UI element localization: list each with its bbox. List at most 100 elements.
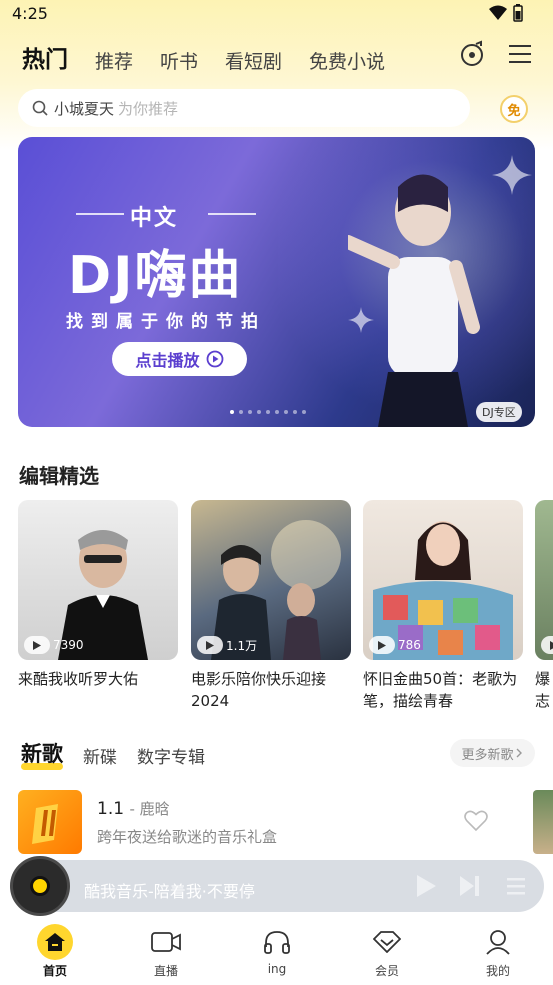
top-tabs: 热门 推荐 听书 看短剧 免费小说: [22, 40, 412, 76]
music-recognize-icon[interactable]: [458, 40, 486, 68]
playlist-title: 电影乐陪你快乐迎接2024: [191, 670, 327, 710]
nav-mine[interactable]: 我的: [458, 918, 538, 979]
playlist-title: 爆志: [535, 670, 551, 710]
playlist-card[interactable]: 爆志: [535, 500, 553, 712]
play-icon: [197, 636, 223, 654]
search-keyword: 小城夏天: [54, 99, 115, 118]
playlist-cover: 786: [363, 500, 523, 660]
playlist-cover: [535, 500, 553, 660]
playlist-cover: 1.1万: [191, 500, 351, 660]
banner-play-label: 点击播放: [135, 351, 200, 370]
dj-performer-image: [348, 174, 480, 427]
player-disc[interactable]: [10, 856, 70, 916]
nav-ing[interactable]: ing: [237, 918, 317, 976]
battery-icon: [513, 4, 523, 22]
play-count: 786: [369, 636, 421, 654]
menu-icon[interactable]: [506, 40, 534, 68]
playlist-title: 怀旧金曲50首：老歌为笔，描绘青春: [363, 670, 518, 710]
play-count-value: 786: [398, 638, 421, 652]
headphones-icon: [259, 924, 295, 960]
banner-subtitle: 中文: [130, 206, 179, 231]
banner-pagination: [230, 410, 306, 414]
playlist-card[interactable]: 786 怀旧金曲50首：老歌为笔，描绘青春: [363, 500, 523, 712]
tab-new-albums[interactable]: 新碟: [83, 743, 117, 768]
search-bar[interactable]: 小城夏天 为你推荐: [18, 89, 470, 127]
pagination-dot: [275, 410, 279, 414]
pagination-dot: [293, 410, 297, 414]
wifi-icon: [489, 5, 507, 20]
nav-label-home: 首页: [42, 964, 67, 978]
banner-decor-line: [208, 213, 256, 215]
bottom-nav: 首页 直播 ing 会员 我的: [0, 918, 553, 985]
nav-home[interactable]: 首页: [15, 918, 95, 979]
tab-audiobook[interactable]: 听书: [160, 47, 198, 74]
search-hint: 为你推荐: [118, 99, 179, 118]
play-count-value: 1.1万: [226, 638, 258, 653]
playlist-icon[interactable]: [505, 874, 527, 898]
playlist-card[interactable]: 1.1万 电影乐陪你快乐迎接2024: [191, 500, 351, 712]
play-icon[interactable]: [415, 874, 437, 898]
play-count: [541, 636, 553, 654]
tab-short-drama[interactable]: 看短剧: [225, 47, 282, 74]
more-new-songs-button[interactable]: 更多新歌: [450, 739, 535, 767]
banner-slogan: 找到属于你的节拍: [66, 312, 266, 332]
sparkle-icon: [492, 155, 532, 195]
banner-play-button[interactable]: 点击播放: [112, 342, 247, 376]
diamond-icon: [369, 924, 405, 960]
heart-icon[interactable]: [464, 810, 488, 832]
status-bar: 4:25: [0, 0, 553, 28]
nav-vip[interactable]: 会员: [347, 918, 427, 979]
banner[interactable]: 中文 DJ嗨曲 找到属于你的节拍 点击播放 DJ专区: [18, 137, 535, 427]
tab-digital-albums[interactable]: 数字专辑: [137, 743, 205, 768]
play-circle-icon: [206, 350, 223, 368]
pagination-dot: [230, 410, 234, 414]
playlist-card[interactable]: 7390 来酷我收听罗大佑: [18, 500, 178, 690]
playlist-cover: 7390: [18, 500, 178, 660]
free-button[interactable]: 免: [500, 95, 528, 123]
search-icon: [32, 100, 48, 116]
disc-center: [30, 876, 50, 896]
tab-new-songs[interactable]: 新歌: [21, 738, 63, 770]
status-icons: [489, 4, 523, 22]
album-art: [32, 804, 58, 844]
more-new-songs-label: 更多新歌: [461, 747, 514, 763]
playlist-title: 来酷我收听罗大佑: [18, 670, 139, 688]
play-count: 7390: [24, 636, 84, 654]
nav-live[interactable]: 直播: [126, 918, 206, 979]
nav-label-mine: 我的: [485, 964, 510, 978]
nav-label-vip: 会员: [374, 964, 399, 978]
song-title-line: 1.1 - 鹿晗: [97, 799, 170, 819]
new-songs-tabs: 新歌 新碟 数字专辑: [21, 738, 225, 770]
play-icon: [369, 636, 395, 654]
chevron-right-icon: [516, 748, 522, 758]
play-icon: [24, 636, 50, 654]
tab-recommend[interactable]: 推荐: [95, 47, 133, 74]
pagination-dot: [266, 410, 270, 414]
pagination-dot: [239, 410, 243, 414]
editor-picks-list: 7390 来酷我收听罗大佑 1.1万 电影乐陪你快乐迎接2024 786 怀旧金…: [18, 500, 553, 720]
pagination-dot: [257, 410, 261, 414]
song-description: 跨年夜送给歌迷的音乐礼盒: [97, 828, 278, 846]
player-track-text: 酷我音乐-陪着我·不要停: [84, 882, 255, 901]
song-title: 1.1: [97, 799, 125, 819]
tab-free-novel[interactable]: 免费小说: [309, 47, 385, 74]
pagination-dot: [284, 410, 288, 414]
banner-tag: DJ专区: [476, 402, 522, 422]
play-count-value: 7390: [53, 638, 84, 652]
song-cover-partial: [533, 790, 553, 854]
section-title-editor-picks: 编辑精选: [19, 464, 99, 488]
song-cover: [18, 790, 82, 854]
user-icon: [480, 924, 516, 960]
sparkle-icon: [348, 307, 374, 333]
song-artist: 鹿晗: [139, 800, 170, 818]
song-row[interactable]: 1.1 - 鹿晗 跨年夜送给歌迷的音乐礼盒: [18, 790, 535, 854]
tab-hot[interactable]: 热门: [22, 40, 68, 76]
next-icon[interactable]: [459, 874, 481, 898]
pagination-dot: [248, 410, 252, 414]
live-video-icon: [148, 924, 184, 960]
pagination-dot: [302, 410, 306, 414]
nav-label-ing: ing: [267, 962, 287, 976]
nav-label-live: 直播: [153, 964, 178, 978]
banner-title: DJ嗨曲: [68, 246, 243, 306]
home-icon: [37, 924, 73, 960]
